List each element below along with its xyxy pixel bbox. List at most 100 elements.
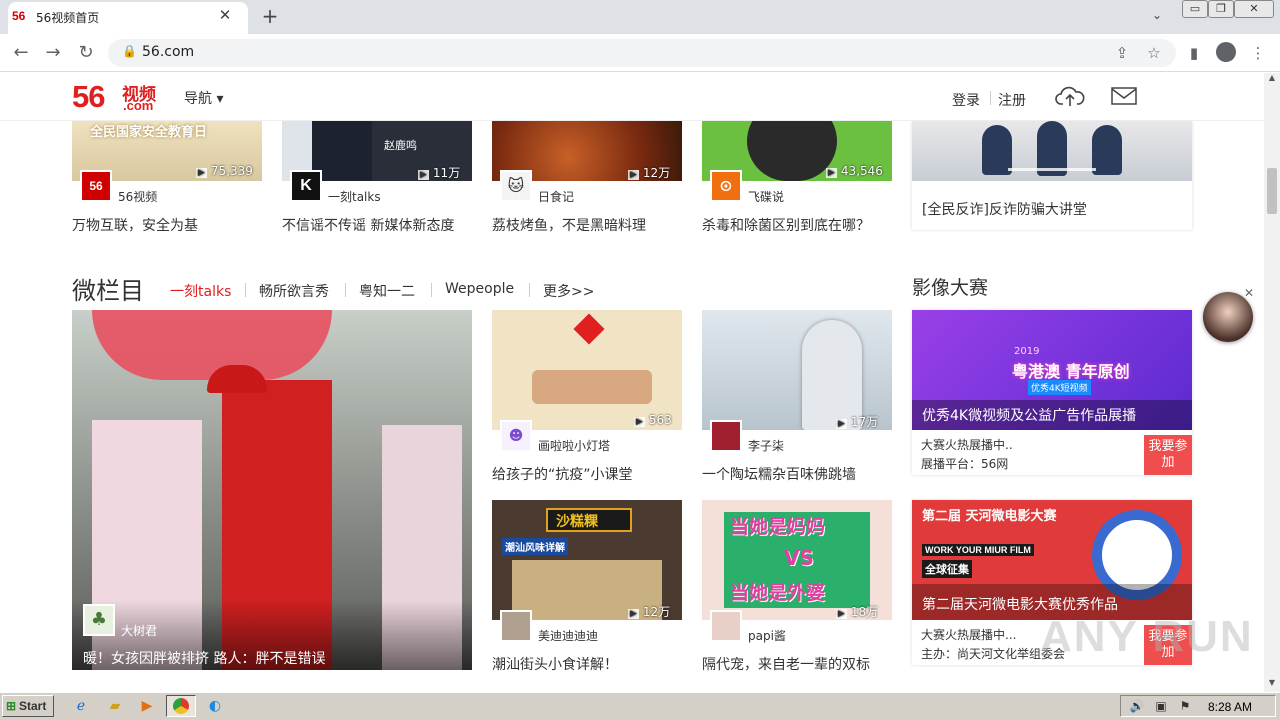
video-title[interactable]: 隔代宠，来自老一辈的双标 — [702, 654, 870, 674]
lock-icon[interactable]: 🔒 — [122, 44, 137, 58]
tab-divider — [529, 283, 530, 297]
tab-yike-talks[interactable]: 一刻talks — [170, 281, 231, 301]
author-avatar[interactable] — [710, 420, 742, 452]
video-thumbnail[interactable] — [702, 310, 892, 430]
tab-divider — [345, 283, 346, 297]
volume-icon[interactable]: 🔊 — [1126, 696, 1148, 716]
author-avatar[interactable]: ♣ — [83, 604, 115, 636]
menu-kebab-icon[interactable]: ⋮ — [1248, 43, 1268, 63]
author-avatar[interactable]: K — [290, 170, 322, 202]
carousel-indicator[interactable] — [1008, 168, 1096, 171]
contest-card[interactable]: 2019 粤港澳 青年原创 优秀4K短视频 优秀4K微视频及公益广告作品展播 大… — [912, 310, 1192, 475]
ie-icon[interactable]: ℯ — [70, 696, 92, 716]
login-link[interactable]: 登录 — [952, 90, 980, 110]
banner-title: 粤港澳 青年原创 — [1012, 362, 1130, 381]
floating-close-icon[interactable]: ✕ — [1244, 286, 1254, 300]
author-name[interactable]: 画啦啦小灯塔 — [538, 437, 610, 454]
media-player-icon[interactable]: ▶ — [136, 696, 158, 716]
thumbnail-caption: 赵鹿鸣 — [384, 139, 417, 152]
share-icon[interactable]: ⇪ — [1112, 43, 1132, 63]
shop-sign-text: 沙糕粿 — [556, 514, 598, 530]
author-name[interactable]: 56视频 — [118, 188, 157, 205]
url-text[interactable]: 56.com — [142, 44, 194, 60]
contest-status: 大赛火热展播中... — [921, 628, 1017, 642]
site-logo-domain[interactable]: .com — [123, 98, 153, 113]
tab-divider — [431, 283, 432, 297]
feature-card[interactable]: [全民反诈]反诈防骗大讲堂 — [912, 121, 1192, 230]
flag-icon[interactable]: ⚑ — [1174, 696, 1196, 716]
author-avatar[interactable] — [710, 610, 742, 642]
bookmark-star-icon[interactable]: ☆ — [1144, 43, 1164, 63]
tab-search-chevron-icon[interactable]: ⌄ — [1152, 8, 1162, 22]
video-thumbnail[interactable] — [492, 310, 682, 430]
tab-more[interactable]: 更多>> — [543, 281, 594, 301]
upload-cloud-icon[interactable] — [1055, 84, 1085, 108]
author-name[interactable]: 大树君 — [121, 622, 157, 639]
scroll-up-arrow-icon[interactable]: ▲ — [1264, 73, 1280, 87]
edge-icon[interactable]: ◐ — [204, 696, 226, 716]
taskbar-clock[interactable]: 8:28 AM — [1208, 700, 1252, 714]
feature-title[interactable]: [全民反诈]反诈防骗大讲堂 — [922, 199, 1087, 219]
author-avatar[interactable] — [500, 610, 532, 642]
tab-yuezhi[interactable]: 粤知一二 — [359, 281, 415, 301]
contest-caption[interactable]: 优秀4K微视频及公益广告作品展播 — [922, 405, 1136, 425]
author-name[interactable]: 一刻talks — [328, 188, 381, 205]
contest-status: 大赛火热展播中.. — [921, 438, 1013, 452]
forward-arrow-icon[interactable]: → — [42, 42, 64, 64]
site-logo[interactable]: 56 — [72, 79, 105, 115]
video-title[interactable]: 荔枝烤鱼，不是黑暗料理 — [492, 215, 646, 235]
author-name[interactable]: 日食记 — [538, 188, 574, 205]
featured-video-thumbnail[interactable] — [72, 310, 472, 670]
taskbar-chrome-app[interactable] — [166, 695, 196, 717]
message-envelope-icon[interactable] — [1111, 86, 1137, 106]
author-avatar[interactable]: ⊙ — [710, 170, 742, 202]
author-name[interactable]: 李子柒 — [748, 437, 784, 454]
network-icon[interactable]: ▣ — [1150, 696, 1172, 716]
video-title[interactable]: 不信谣不传谣 新媒体新态度 — [282, 215, 454, 235]
close-window-button[interactable]: ✕ — [1234, 0, 1274, 18]
banner-subtitle: WORK YOUR MIUR FILM — [922, 544, 1034, 556]
nav-dropdown[interactable]: 导航 ▾ — [184, 88, 223, 108]
reload-icon[interactable]: ↻ — [75, 42, 97, 64]
author-name[interactable]: papi酱 — [748, 627, 786, 644]
banner-year: 2019 — [1014, 346, 1040, 357]
contest-caption[interactable]: 第二届天河微电影大赛优秀作品 — [922, 594, 1118, 614]
video-thumbnail[interactable]: 当她是妈妈 VS 当她是外婆 — [702, 500, 892, 620]
restore-button[interactable]: ❐ — [1208, 0, 1234, 18]
video-title[interactable]: 万物互联，安全为基 — [72, 215, 198, 235]
start-button[interactable]: ⊞ Start — [2, 695, 54, 717]
scrollbar-thumb[interactable] — [1267, 168, 1277, 214]
video-thumbnail[interactable]: 沙糕粿 潮汕风味详解 — [492, 500, 682, 620]
author-avatar[interactable]: 56 — [80, 170, 112, 202]
join-contest-button[interactable]: 我要参加 — [1144, 435, 1192, 475]
author-avatar[interactable]: 🐱 — [500, 170, 532, 202]
view-count: 11万 — [418, 164, 460, 181]
sofa-shape — [532, 370, 652, 404]
video-title[interactable]: 暖！女孩因胖被排挤 路人：胖不是错误 — [83, 648, 325, 668]
contest-platform: 展播平台：56网 — [921, 457, 1009, 471]
thumbnail-caption: 当她是外婆 — [730, 582, 826, 604]
address-bar[interactable] — [108, 39, 1176, 67]
video-title[interactable]: 一个陶坛糯杂百味佛跳墙 — [702, 464, 856, 484]
page-scrollbar[interactable] — [1264, 73, 1280, 692]
video-title[interactable]: 杀毒和除菌区别到底在哪？ — [702, 215, 870, 235]
profile-avatar-icon[interactable] — [1216, 42, 1236, 62]
tab-title[interactable]: 56视频首页 — [36, 9, 99, 26]
scroll-down-arrow-icon[interactable]: ▼ — [1264, 678, 1280, 692]
new-tab-button[interactable]: + — [260, 5, 280, 27]
author-name[interactable]: 飞碟说 — [748, 188, 784, 205]
tab-changsuoyuyan[interactable]: 畅所欲言秀 — [259, 281, 329, 301]
author-avatar[interactable]: ☻ — [500, 420, 532, 452]
side-panel-icon[interactable]: ▮ — [1184, 43, 1204, 63]
folder-icon[interactable]: ▰ — [104, 696, 126, 716]
video-title[interactable]: 潮汕街头小食详解！ — [492, 654, 618, 674]
register-link[interactable]: 注册 — [998, 90, 1026, 110]
author-name[interactable]: 美迪迪迪迪 — [538, 627, 598, 644]
minimize-button[interactable]: ▭ — [1182, 0, 1208, 18]
cartoon-character — [747, 121, 837, 181]
tab-wepeople[interactable]: Wepeople — [445, 281, 514, 297]
tab-close-icon[interactable]: ✕ — [216, 6, 234, 24]
video-title[interactable]: 给孩子的“抗疫”小课堂 — [492, 464, 633, 484]
back-arrow-icon[interactable]: ← — [10, 42, 32, 64]
tab-divider — [245, 283, 246, 297]
